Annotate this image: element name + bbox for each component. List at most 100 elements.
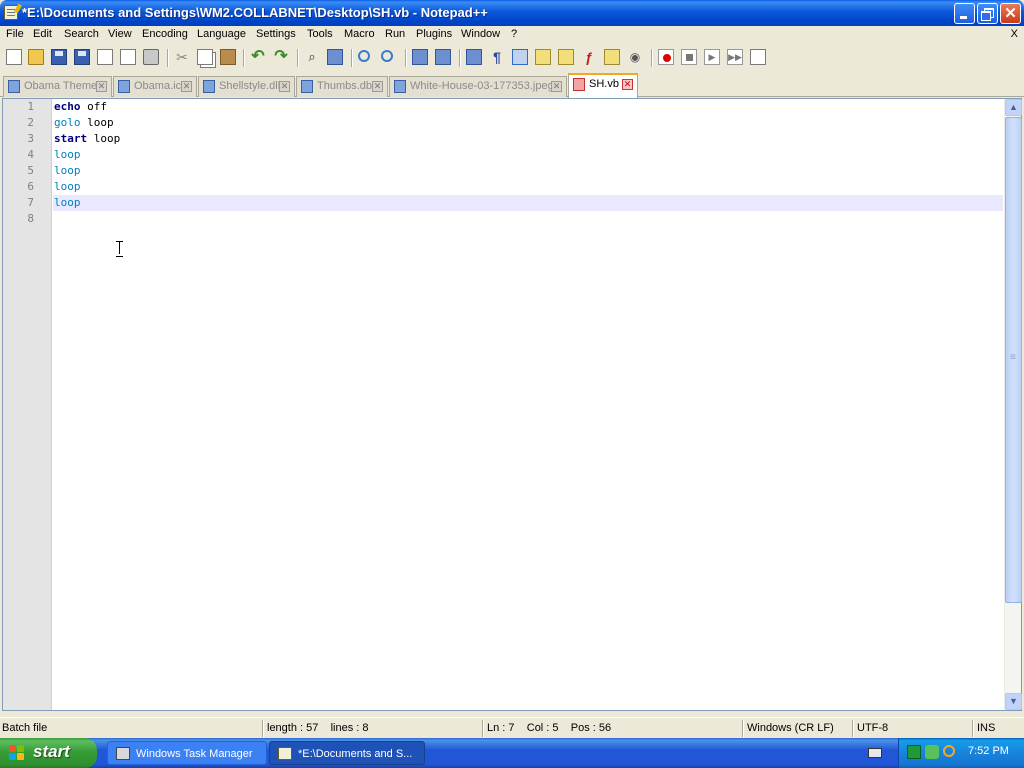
vertical-scrollbar[interactable]: ▲ ▼ xyxy=(1004,99,1022,710)
editor-area[interactable]: 1 2 3 4 5 6 7 8 echo off golo loop start… xyxy=(2,98,1022,711)
stop-record-icon[interactable] xyxy=(681,49,697,65)
toolbar-separator xyxy=(243,49,245,67)
menu-bar: File Edit Search View Encoding Language … xyxy=(0,26,1024,44)
open-file-icon[interactable] xyxy=(28,49,44,65)
taskbar-item-notepad[interactable]: *E:\Documents and S... xyxy=(269,741,425,765)
restore-icon xyxy=(978,4,997,23)
menu-encoding[interactable]: Encoding xyxy=(142,28,188,40)
cut-icon[interactable]: ✂ xyxy=(174,49,190,65)
copy-icon[interactable] xyxy=(197,49,213,65)
zoom-out-icon[interactable] xyxy=(381,50,393,62)
save-macro-icon[interactable] xyxy=(750,49,766,65)
scroll-thumb[interactable] xyxy=(1005,117,1022,603)
menu-help[interactable]: ? xyxy=(511,28,517,40)
code-line[interactable]: loop xyxy=(53,179,1003,195)
line-number: 6 xyxy=(27,180,34,193)
redo-icon[interactable]: ↷ xyxy=(273,49,289,65)
menu-search[interactable]: Search xyxy=(64,28,99,40)
menu-plugins[interactable]: Plugins xyxy=(416,28,452,40)
code-line[interactable]: loop xyxy=(53,147,1003,163)
undo-icon[interactable]: ↶ xyxy=(250,49,266,65)
notepad-plus-plus-icon xyxy=(4,5,18,20)
menu-edit[interactable]: Edit xyxy=(33,28,52,40)
sync-horizontal-icon[interactable] xyxy=(435,49,451,65)
function-list-icon[interactable]: ƒ xyxy=(581,49,597,65)
menu-language[interactable]: Language xyxy=(197,28,246,40)
menu-run[interactable]: Run xyxy=(385,28,405,40)
current-code-line[interactable]: loop xyxy=(53,195,1003,211)
monitoring-icon[interactable]: ◉ xyxy=(627,49,643,65)
menu-tools[interactable]: Tools xyxy=(307,28,333,40)
close-document-button[interactable]: X xyxy=(1011,28,1018,40)
disk-icon xyxy=(8,80,20,93)
tab-obama-theme[interactable]: Obama Theme ✕ xyxy=(3,76,112,97)
code-line[interactable]: start loop xyxy=(53,131,1003,147)
tab-shellstyle-dll[interactable]: Shellstyle.dll ✕ xyxy=(198,76,295,97)
folder-workspace-icon[interactable] xyxy=(604,49,620,65)
close-file-icon[interactable] xyxy=(97,49,113,65)
scroll-up-icon[interactable]: ▲ xyxy=(1005,99,1022,116)
show-all-chars-icon[interactable]: ¶ xyxy=(489,49,505,65)
code-line[interactable] xyxy=(53,211,1003,227)
taskbar-item-task-manager[interactable]: Windows Task Manager xyxy=(107,741,267,765)
menu-file[interactable]: File xyxy=(6,28,24,40)
green-app-tray-icon[interactable] xyxy=(907,745,921,759)
search-tray-icon[interactable] xyxy=(943,745,955,757)
code-token: echo xyxy=(54,100,81,113)
network-tray-icon[interactable] xyxy=(925,745,939,759)
menu-view[interactable]: View xyxy=(108,28,132,40)
tab-close-icon[interactable]: ✕ xyxy=(622,79,633,90)
notepad-icon xyxy=(278,747,292,760)
status-language: Batch file xyxy=(2,722,48,734)
status-position: Ln : 7 Col : 5 Pos : 56 xyxy=(487,722,612,734)
word-wrap-icon[interactable] xyxy=(466,49,482,65)
new-file-icon[interactable] xyxy=(6,49,22,65)
clock[interactable]: 7:52 PM xyxy=(968,745,1009,757)
find-icon[interactable]: ⌕ xyxy=(304,49,320,65)
close-icon: ✕ xyxy=(1004,5,1017,22)
minimize-button[interactable] xyxy=(954,3,975,24)
code-line[interactable]: golo loop xyxy=(53,115,1003,131)
close-window-button[interactable]: ✕ xyxy=(1000,3,1021,24)
tab-label: SH.vb xyxy=(589,78,619,90)
record-macro-icon[interactable] xyxy=(658,49,674,65)
tab-sh-vb[interactable]: SH.vb ✕ xyxy=(568,73,638,98)
tab-close-icon[interactable]: ✕ xyxy=(96,81,107,92)
run-macro-multiple-icon[interactable]: ▶▶ xyxy=(727,49,743,65)
tab-thumbs-db[interactable]: Thumbs.db ✕ xyxy=(296,76,388,97)
tab-close-icon[interactable]: ✕ xyxy=(181,81,192,92)
tab-obama-icl[interactable]: Obama.icl ✕ xyxy=(113,76,197,97)
status-separator xyxy=(852,720,854,737)
code-line[interactable]: loop xyxy=(53,163,1003,179)
close-all-icon[interactable] xyxy=(120,49,136,65)
start-button[interactable]: start xyxy=(0,738,97,768)
keyboard-icon[interactable] xyxy=(868,748,882,758)
user-lang-icon[interactable] xyxy=(535,49,551,65)
code-token: loop xyxy=(87,132,121,145)
doc-map-icon[interactable] xyxy=(558,49,574,65)
status-encoding: UTF-8 xyxy=(857,722,889,734)
replace-icon[interactable] xyxy=(327,49,343,65)
tab-white-house-jpeg[interactable]: White-House-03-177353.jpeg ✕ xyxy=(389,76,567,97)
menu-window[interactable]: Window xyxy=(461,28,500,40)
scroll-down-icon[interactable]: ▼ xyxy=(1005,693,1022,710)
menu-macro[interactable]: Macro xyxy=(344,28,375,40)
toolbar: ✂ ↶ ↷ ⌕ ¶ ƒ ◉ ▶ ▶▶ xyxy=(0,45,1024,71)
line-number: 1 xyxy=(27,100,34,113)
line-number: 7 xyxy=(27,196,34,209)
save-icon[interactable] xyxy=(51,49,67,65)
menu-settings[interactable]: Settings xyxy=(256,28,296,40)
tab-close-icon[interactable]: ✕ xyxy=(279,81,290,92)
paste-icon[interactable] xyxy=(220,49,236,65)
tab-close-icon[interactable]: ✕ xyxy=(372,81,383,92)
restore-button[interactable] xyxy=(977,3,998,24)
print-icon[interactable] xyxy=(143,49,159,65)
code-line[interactable]: echo off xyxy=(53,99,1003,115)
indent-guide-icon[interactable] xyxy=(512,49,528,65)
zoom-in-icon[interactable] xyxy=(358,50,370,62)
save-all-icon[interactable] xyxy=(74,49,90,65)
sync-vertical-icon[interactable] xyxy=(412,49,428,65)
play-macro-icon[interactable]: ▶ xyxy=(704,49,720,65)
tab-label: Shellstyle.dll xyxy=(219,80,281,92)
tab-close-icon[interactable]: ✕ xyxy=(551,81,562,92)
